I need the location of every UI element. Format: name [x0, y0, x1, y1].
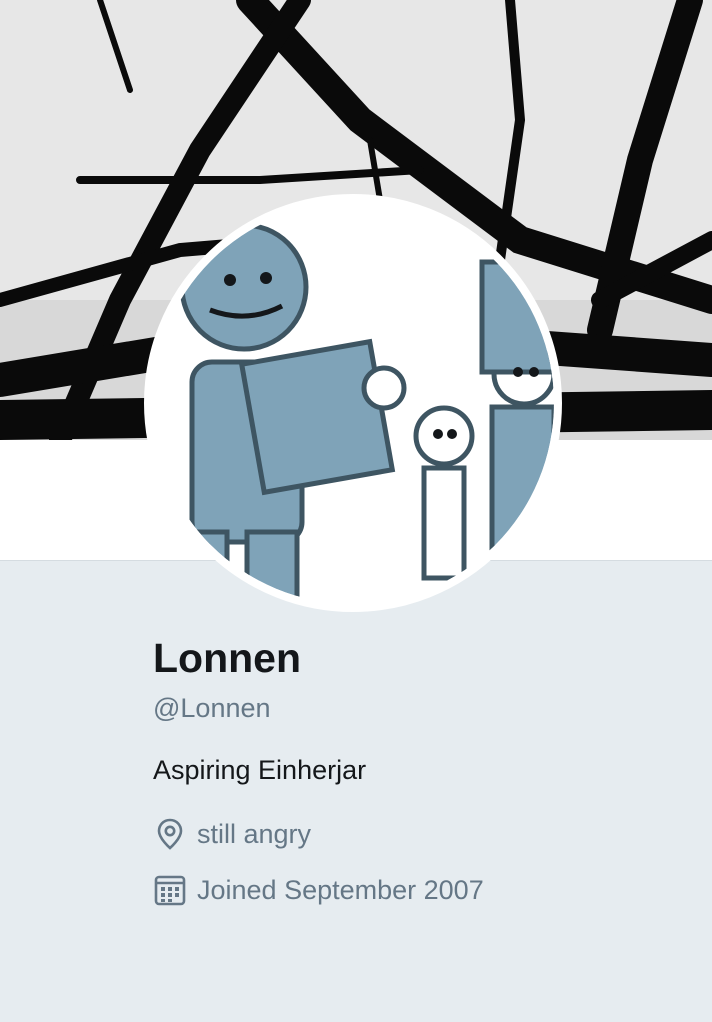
profile-location: still angry — [153, 812, 673, 856]
profile-info: Lonnen @Lonnen Aspiring Einherjar still … — [153, 630, 673, 912]
joined-text: Joined September 2007 — [197, 874, 484, 905]
location-text: still angry — [197, 818, 312, 849]
profile-handle[interactable]: @Lonnen — [153, 688, 673, 728]
avatar-image — [152, 202, 554, 604]
profile-name[interactable]: Lonnen — [153, 630, 673, 686]
map-pin-icon — [153, 817, 187, 851]
calendar-icon — [153, 873, 187, 907]
profile-joined: Joined September 2007 — [153, 868, 673, 912]
avatar[interactable] — [144, 194, 562, 612]
profile-bio: Aspiring Einherjar — [153, 755, 367, 785]
